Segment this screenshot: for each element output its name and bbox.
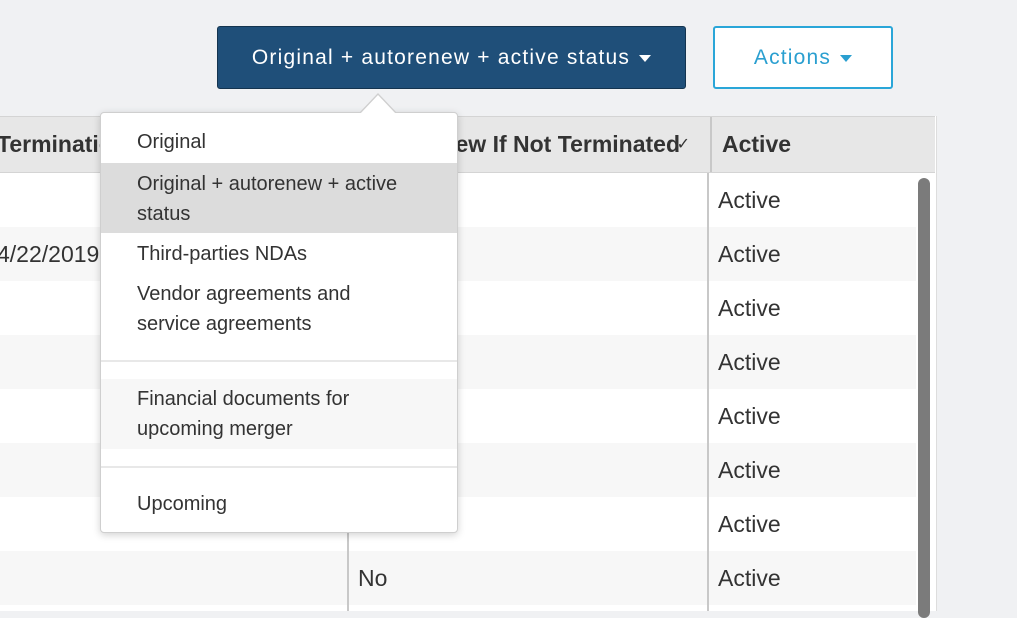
menu-divider xyxy=(101,360,457,362)
active-cell: Active xyxy=(718,565,781,591)
active-cell: Active xyxy=(718,511,781,537)
saved-view-menu: Original Original + autorenew + active s… xyxy=(100,112,458,533)
menu-item-financial-documents[interactable]: Financial documents for upcoming merger xyxy=(101,379,457,449)
renew-cell: No xyxy=(358,565,388,591)
termination-date-cell: 4/22/2019 xyxy=(0,241,100,267)
saved-view-label: Original + autorenew + active status xyxy=(251,45,631,69)
menu-item-upcoming[interactable]: Upcoming xyxy=(101,489,457,519)
active-cell: Active xyxy=(718,241,781,267)
saved-view-dropdown-button[interactable]: Original + autorenew + active status xyxy=(217,26,686,89)
vertical-scrollbar[interactable] xyxy=(918,178,930,618)
active-cell: Active xyxy=(718,457,781,483)
column-divider xyxy=(707,173,709,611)
menu-item-original-autorenew-active[interactable]: Original + autorenew + active status xyxy=(101,163,457,233)
active-cell: Active xyxy=(718,295,781,321)
dropdown-pointer-inner xyxy=(360,95,396,114)
actions-button[interactable]: Actions xyxy=(713,26,893,89)
menu-item-original[interactable]: Original xyxy=(101,127,457,157)
actions-label: Actions xyxy=(753,45,832,69)
column-header-active[interactable]: Active xyxy=(710,117,922,172)
table-row[interactable]: No Active xyxy=(0,551,916,605)
menu-item-third-party-ndas[interactable]: Third-parties NDAs xyxy=(101,239,457,269)
menu-item-vendor-service-agreements[interactable]: Vendor agreements and service agreements xyxy=(101,279,457,339)
caret-down-icon xyxy=(840,55,853,62)
active-cell: Active xyxy=(718,349,781,375)
menu-divider xyxy=(101,466,457,468)
sort-check-icon: ✓ xyxy=(676,136,690,153)
active-cell: Active xyxy=(718,403,781,429)
column-header-termination[interactable]: Termination xyxy=(0,117,100,172)
active-cell: Active xyxy=(718,187,781,213)
caret-down-icon xyxy=(639,55,652,62)
